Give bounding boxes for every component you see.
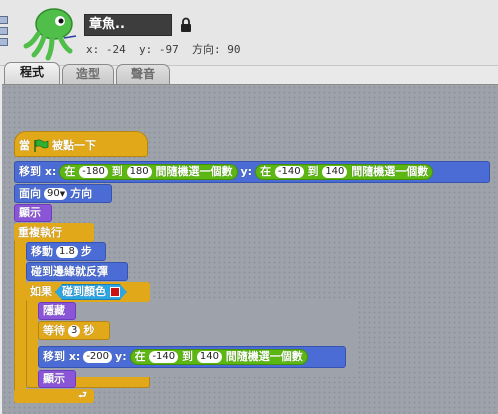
forever-footer: ⮐ (14, 389, 94, 403)
bounce-label: 碰到邊緣就反彈 (31, 264, 108, 278)
scratch-window: 章魚.. x: -24 y: -97 方向: 90 程式 造型 聲音 當 被點一… (0, 0, 498, 414)
steps-input[interactable]: 1.8 (56, 245, 78, 258)
hat-label-before: 當 (19, 139, 30, 152)
op-label: 間隨機選一個數 (155, 165, 233, 178)
op-label: 間隨機選一個數 (351, 165, 429, 178)
random-max-input[interactable]: 140 (322, 166, 348, 178)
op-label: 到 (182, 350, 193, 363)
if-header[interactable]: 如果 碰到顏色 (26, 282, 150, 302)
random-min-input[interactable]: -180 (79, 166, 108, 178)
rotation-style-full-button[interactable] (0, 16, 8, 24)
goto-label: 移到 x: (19, 165, 57, 178)
green-flag-icon (34, 139, 49, 152)
touching-color-condition[interactable]: 碰到顏色 (55, 284, 127, 300)
op-label: 到 (307, 165, 319, 178)
direction-dropdown[interactable]: 90 ▼ (44, 187, 68, 200)
direction-value: 90 (47, 187, 60, 199)
sprite-name-field[interactable]: 章魚.. (84, 14, 172, 36)
random-max-input[interactable]: 180 (126, 166, 152, 178)
show-block-2[interactable]: 顯示 (38, 370, 76, 388)
wait-unit: 秒 (83, 323, 95, 337)
rotation-style-none-button[interactable] (0, 38, 8, 46)
goto-y-label: y: (115, 350, 127, 363)
forever-label: 重複執行 (18, 225, 62, 239)
go-to-xy-block-2[interactable]: 移到 x: -200 y: 在 -140 到 140 間隨機選一個數 (38, 346, 346, 368)
color-swatch[interactable] (110, 287, 120, 297)
loop-arrow-icon: ⮐ (78, 390, 87, 401)
scripts-canvas[interactable]: 當 被點一下 移到 x: 在 -180 到 180 間隨機選一個數 y: 在 -… (2, 84, 498, 414)
move-steps-block[interactable]: 移動 1.8 步 (26, 242, 106, 261)
pick-random-y[interactable]: 在 -140 到 140 間隨機選一個數 (255, 164, 434, 180)
steps-unit: 步 (80, 244, 92, 258)
sprite-info-panel: 章魚.. x: -24 y: -97 方向: 90 (0, 0, 498, 66)
op-label: 在 (260, 165, 272, 178)
op-label: 在 (64, 165, 76, 178)
chevron-down-icon: ▼ (59, 189, 66, 198)
tab-costumes[interactable]: 造型 (62, 64, 114, 84)
go-to-xy-block[interactable]: 移到 x: 在 -180 到 180 間隨機選一個數 y: 在 -140 到 1… (14, 161, 490, 183)
forever-header[interactable]: 重複執行 (14, 223, 94, 242)
random-min-input[interactable]: -140 (149, 351, 179, 363)
editor-tabs: 程式 造型 聲音 (0, 62, 498, 84)
hat-label-after: 被點一下 (52, 139, 96, 152)
op-label: 在 (134, 350, 146, 363)
sprite-position-readout: x: -24 y: -97 方向: 90 (86, 43, 241, 56)
octopus-sprite-thumbnail (23, 8, 77, 61)
show-label: 顯示 (43, 372, 65, 385)
goto-label: 移到 x: (43, 350, 81, 363)
tab-scripts[interactable]: 程式 (4, 62, 60, 84)
if-label: 如果 (30, 285, 52, 298)
hide-label: 隱藏 (43, 304, 65, 317)
goto-y-label: y: (240, 165, 253, 178)
move-label: 移動 (31, 244, 53, 258)
op-label: 到 (111, 165, 123, 178)
show-block[interactable]: 顯示 (14, 204, 52, 222)
point-label: 面向 (19, 186, 41, 200)
when-flag-clicked-block[interactable]: 當 被點一下 (14, 131, 148, 157)
op-label: 間隨機選一個數 (225, 350, 303, 363)
show-label: 顯示 (19, 206, 41, 219)
pick-random-y[interactable]: 在 -140 到 140 間隨機選一個數 (129, 349, 308, 365)
x-input[interactable]: -200 (83, 351, 113, 363)
wait-seconds-input[interactable]: 3 (68, 324, 81, 337)
hide-block[interactable]: 隱藏 (38, 302, 76, 320)
rotation-style-flip-button[interactable] (0, 27, 8, 35)
random-max-input[interactable]: 140 (196, 351, 222, 363)
pick-random-x[interactable]: 在 -180 到 180 間隨機選一個數 (59, 164, 238, 180)
touching-color-label: 碰到顏色 (62, 285, 106, 298)
wait-seconds-block[interactable]: 等待 3 秒 (38, 321, 110, 340)
bounce-on-edge-block[interactable]: 碰到邊緣就反彈 (26, 262, 128, 281)
direction-unit: 方向 (70, 186, 93, 200)
tab-sounds[interactable]: 聲音 (116, 64, 170, 84)
point-in-direction-block[interactable]: 面向 90 ▼ 方向 (14, 184, 112, 203)
lock-icon[interactable] (180, 17, 192, 33)
random-min-input[interactable]: -140 (274, 166, 304, 178)
wait-label: 等待 (43, 323, 65, 337)
